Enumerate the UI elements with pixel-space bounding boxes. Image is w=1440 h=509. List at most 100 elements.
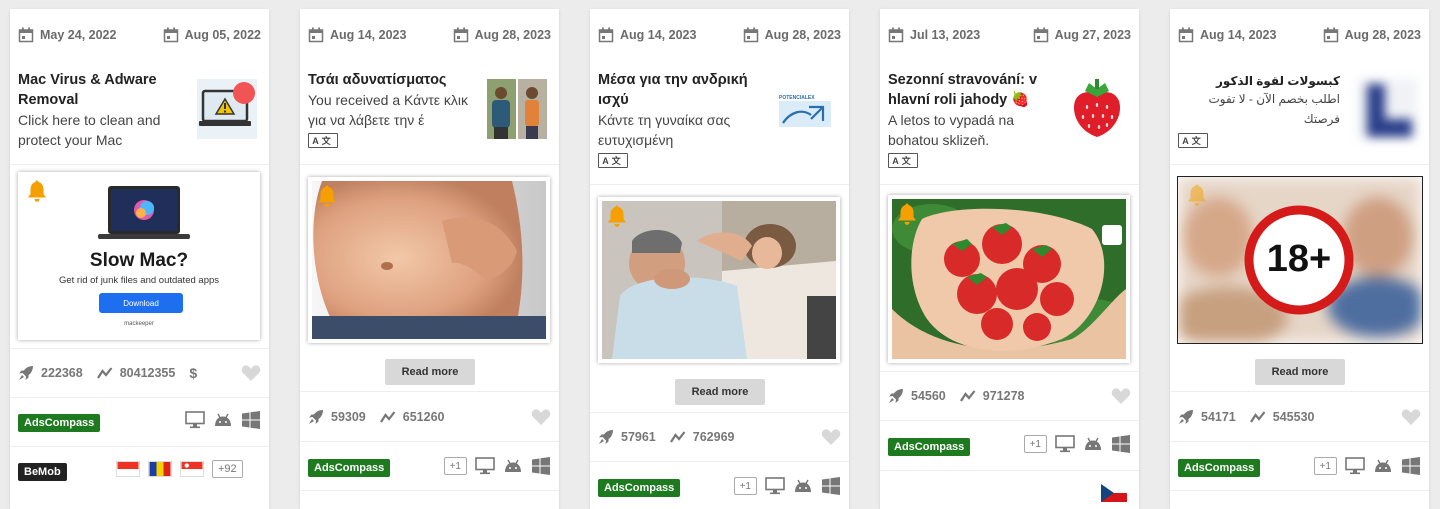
rocket-icon: [1178, 409, 1194, 425]
date-range: Aug 14, 2023 Aug 28, 2023: [590, 27, 849, 53]
end-date: Aug 28, 2023: [743, 27, 841, 43]
rocket-icon: [888, 388, 904, 404]
ad-creative-blurred[interactable]: 18+: [1177, 176, 1423, 344]
ad-card-3[interactable]: Aug 14, 2023 Aug 28, 2023 Μέσα για την α…: [590, 9, 849, 509]
desktop-icon: [1345, 457, 1365, 475]
strawberry-thumbnail: [1073, 79, 1121, 137]
windows-icon: [1111, 435, 1131, 453]
ad-title[interactable]: Mac Virus & Adware Removal: [18, 70, 186, 110]
translate-icon[interactable]: A文: [888, 153, 918, 168]
ad-title[interactable]: Τσάι αδυνατίσματος: [308, 70, 476, 90]
date-range: Aug 14, 2023 Aug 28, 2023: [1170, 27, 1429, 53]
ad-title[interactable]: Sezonní stravování: v hlavní roli jahody…: [888, 70, 1056, 110]
tracker-badge[interactable]: BeMob: [18, 463, 67, 481]
product-thumbnail: POTENCIALEX: [777, 87, 837, 131]
windows-icon: [241, 411, 261, 429]
bell-icon: [1186, 183, 1208, 207]
calendar-icon: [1033, 27, 1049, 43]
calendar-icon: [1323, 27, 1339, 43]
heart-icon[interactable]: [1401, 408, 1421, 426]
ad-creative-image[interactable]: [598, 197, 840, 363]
trend-stat: 651260: [380, 409, 444, 425]
desktop-icon: [765, 477, 785, 495]
impressions-stat: 222368: [18, 365, 83, 381]
device-icons: +1: [733, 476, 841, 496]
impressions-stat: 57961: [598, 429, 656, 445]
heart-icon[interactable]: [821, 428, 841, 446]
ad-title[interactable]: Μέσα για την ανδρική ισχύ: [598, 70, 766, 110]
ad-card-5[interactable]: Aug 14, 2023 Aug 28, 2023 كبسولات لقوة ا…: [1170, 9, 1429, 509]
couple-photo: [602, 201, 836, 359]
trend-icon: [670, 429, 686, 445]
calendar-icon: [598, 27, 614, 43]
banner-brand: mackeeper: [124, 321, 154, 327]
trend-icon: [1250, 409, 1266, 425]
bell-icon: [316, 184, 338, 208]
calendar-icon: [1178, 27, 1194, 43]
network-badge[interactable]: AdsCompass: [888, 438, 971, 456]
network-badge[interactable]: AdsCompass: [598, 479, 681, 497]
impressions-stat: 54560: [888, 388, 946, 404]
more-badge[interactable]: +1: [733, 477, 757, 495]
calendar-icon: [163, 27, 179, 43]
desktop-icon: [185, 411, 205, 429]
device-icons: +1: [1023, 434, 1131, 454]
translate-icon[interactable]: A文: [598, 153, 628, 168]
ad-description: You received a Κάντε κλικ για να λάβετε …: [308, 92, 469, 128]
start-date: Jul 13, 2023: [888, 27, 980, 43]
geo-flags: +92: [116, 460, 243, 478]
network-badge[interactable]: AdsCompass: [18, 414, 101, 432]
translate-icon[interactable]: A文: [308, 133, 338, 148]
trend-stat: 971278: [960, 388, 1024, 404]
android-icon: [793, 477, 813, 495]
calendar-icon: [743, 27, 759, 43]
impressions-stat: 54171: [1178, 409, 1236, 425]
date-range: May 24, 2022 Aug 05, 2022: [10, 27, 269, 53]
more-badge[interactable]: +1: [1313, 457, 1337, 475]
heart-icon[interactable]: [241, 364, 261, 382]
flag-romania-icon: [148, 461, 172, 477]
ad-description: A letos to vypadá na bohatou sklizeň.: [888, 112, 1015, 148]
date-range: Aug 14, 2023 Aug 28, 2023: [300, 27, 559, 53]
stats-row: 57961 762969: [598, 425, 841, 449]
ad-card-2[interactable]: Aug 14, 2023 Aug 28, 2023 Τσάι αδυνατίσμ…: [300, 9, 559, 509]
calendar-icon: [888, 27, 904, 43]
start-date: Aug 14, 2023: [308, 27, 406, 43]
ad-creative-image[interactable]: [308, 177, 550, 343]
blurred-thumbnail: [1357, 79, 1417, 139]
ad-description: اطلب بخصم الآن - لا تفوت فرصتك: [1208, 92, 1340, 126]
more-badge[interactable]: +1: [1023, 435, 1047, 453]
windows-icon: [821, 477, 841, 495]
ad-card-4[interactable]: Jul 13, 2023 Aug 27, 2023 Sezonní stravo…: [880, 9, 1139, 509]
network-badge[interactable]: AdsCompass: [1178, 459, 1261, 477]
ad-title[interactable]: كبسولات لقوة الذكور: [1200, 71, 1340, 91]
ad-creative-image[interactable]: [888, 195, 1130, 363]
stats-row: 54560 971278: [888, 384, 1131, 408]
heart-icon[interactable]: [531, 408, 551, 426]
read-more-button[interactable]: Read more: [385, 359, 475, 385]
start-date: Aug 14, 2023: [1178, 27, 1276, 43]
select-checkbox[interactable]: [1102, 225, 1122, 245]
product-logo: [779, 101, 831, 127]
android-icon: [1083, 435, 1103, 453]
trend-stat: 762969: [670, 429, 734, 445]
device-icons: [185, 410, 261, 430]
more-geos-badge[interactable]: +92: [212, 460, 243, 478]
ad-creative-banner[interactable]: Slow Mac? Get rid of junk files and outd…: [18, 172, 260, 340]
flag-indonesia-icon: [116, 461, 140, 477]
read-more-button[interactable]: Read more: [675, 379, 765, 405]
more-badge[interactable]: +1: [443, 457, 467, 475]
read-more-button[interactable]: Read more: [1255, 359, 1345, 385]
macbook-image: [98, 186, 190, 239]
before-after-thumbnail: [487, 79, 547, 139]
heart-icon[interactable]: [1111, 387, 1131, 405]
stats-row: 222368 80412355 $: [18, 361, 261, 385]
translate-icon[interactable]: A文: [1178, 133, 1208, 148]
desktop-icon: [475, 457, 495, 475]
belly-photo: [312, 181, 546, 339]
banner-download-button[interactable]: Download: [99, 293, 183, 313]
network-badge[interactable]: AdsCompass: [308, 459, 391, 477]
ad-card-1[interactable]: May 24, 2022 Aug 05, 2022 Mac Virus & Ad…: [10, 9, 269, 509]
end-date: Aug 05, 2022: [163, 27, 261, 43]
calendar-icon: [308, 27, 324, 43]
